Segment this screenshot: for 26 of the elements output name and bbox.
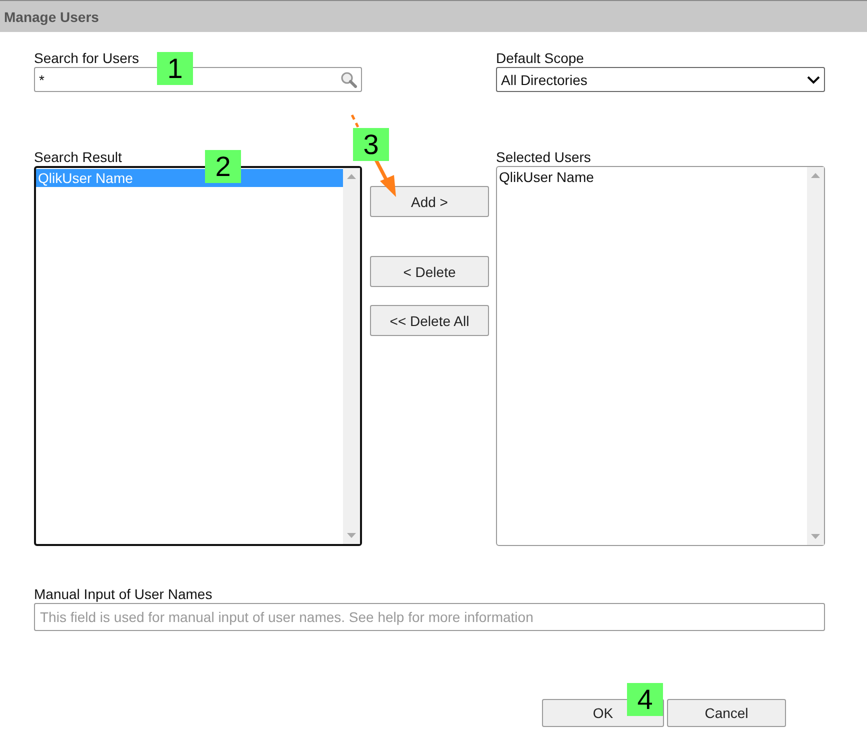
callout-tooltip: 4	[627, 683, 663, 716]
down-arrow-icon[interactable]	[347, 533, 356, 538]
list-item[interactable]: QlikUser Name	[497, 168, 807, 186]
field-label: Search for Users	[34, 50, 140, 67]
action-button[interactable]: < Delete	[370, 256, 489, 287]
chevron-down-icon	[807, 76, 820, 84]
up-arrow-icon[interactable]	[811, 173, 820, 178]
scope-dropdown[interactable]: All Directories	[496, 67, 825, 92]
scrollbar[interactable]	[807, 167, 824, 545]
callout-tooltip: 2	[205, 150, 241, 183]
scrollbar[interactable]	[343, 168, 360, 544]
search-icon	[340, 71, 357, 88]
user-list[interactable]: QlikUser Name	[496, 166, 825, 546]
input-field[interactable]: This field is used for manual input of user names. See help for more information	[34, 603, 825, 631]
callout-tooltip: 3	[353, 128, 389, 161]
up-arrow-icon[interactable]	[347, 174, 356, 179]
callout-tooltip: 1	[157, 52, 193, 85]
field-label: Default Scope	[496, 50, 585, 67]
list-label: Search Result	[34, 149, 123, 166]
field-label: Manual Input of User Names	[34, 586, 214, 603]
list-label: Selected Users	[496, 149, 592, 166]
window-title: Manage Users	[4, 8, 99, 24]
dialog-button[interactable]: Cancel	[667, 699, 786, 727]
action-button[interactable]: Add >	[370, 186, 489, 217]
action-button[interactable]: << Delete All	[370, 305, 489, 336]
down-arrow-icon[interactable]	[811, 534, 820, 539]
